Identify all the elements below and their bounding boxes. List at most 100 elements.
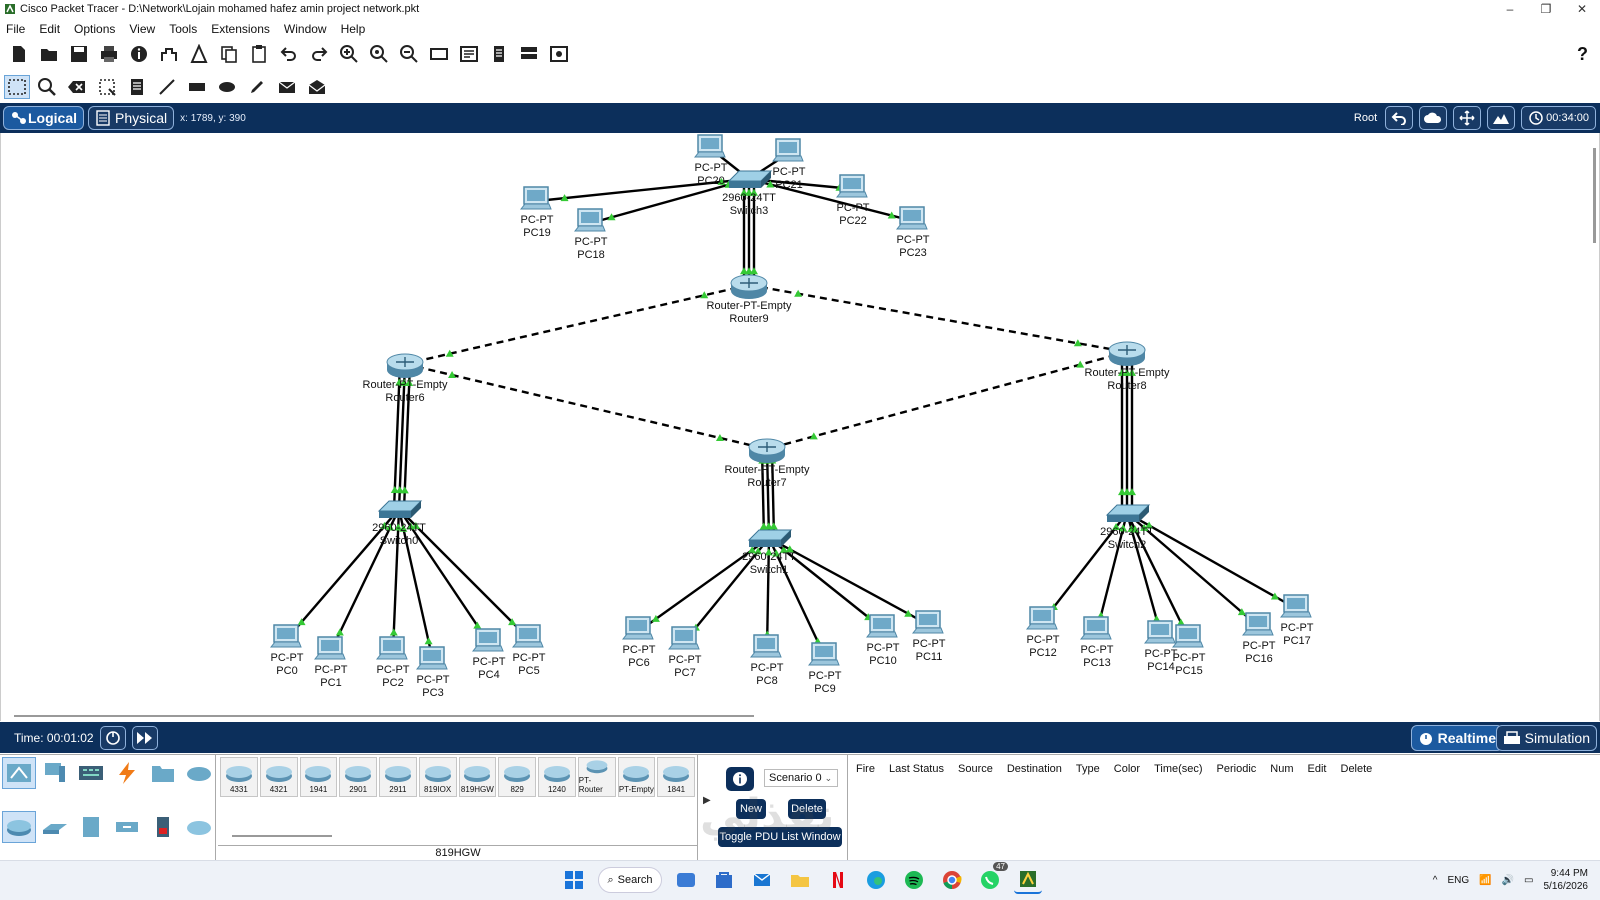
pc-pc15[interactable] [1171, 624, 1204, 648]
pdu-column-header[interactable]: Delete [1341, 763, 1373, 775]
device-model-0[interactable]: 4331 [220, 757, 258, 797]
subcategory-wan-emulation[interactable] [182, 811, 216, 843]
start-button[interactable] [560, 866, 588, 894]
new-button[interactable] [6, 42, 32, 66]
pdu-column-header[interactable]: Num [1270, 763, 1293, 775]
simulation-mode-button[interactable]: Simulation [1495, 725, 1597, 751]
fast-forward-button[interactable] [131, 725, 158, 750]
menu-help[interactable]: Help [341, 22, 366, 36]
subcategory-switches[interactable] [38, 811, 72, 843]
pdu-column-header[interactable]: Edit [1308, 763, 1327, 775]
add-simple-pdu-tool[interactable] [274, 75, 300, 99]
pdu-column-header[interactable]: Periodic [1217, 763, 1257, 775]
device-model-8[interactable]: 1240 [538, 757, 576, 797]
network-info-button[interactable] [156, 42, 182, 66]
language-indicator[interactable]: ENG [1447, 875, 1469, 886]
help-button[interactable]: ? [1577, 44, 1588, 65]
switch-switch3[interactable] [727, 170, 773, 188]
pc-pc22[interactable] [835, 174, 868, 198]
category-network-devices[interactable] [2, 757, 36, 789]
taskbar-chrome[interactable] [938, 866, 966, 894]
horizontal-scrollbar[interactable] [14, 715, 754, 717]
resize-tool[interactable] [94, 75, 120, 99]
network-link[interactable] [404, 283, 750, 366]
battery-icon[interactable]: ▭ [1524, 875, 1533, 886]
taskbar-spotify[interactable] [900, 866, 928, 894]
menu-extensions[interactable]: Extensions [211, 22, 270, 36]
menu-view[interactable]: View [129, 22, 155, 36]
undo-button[interactable] [276, 42, 302, 66]
taskbar-edge[interactable] [862, 866, 890, 894]
taskbar-netflix[interactable] [824, 866, 852, 894]
pc-pc17[interactable] [1279, 594, 1312, 618]
device-list-scrollbar[interactable] [232, 835, 332, 837]
notes-button[interactable] [486, 42, 512, 66]
taskbar-explorer[interactable] [786, 866, 814, 894]
vertical-scrollbar[interactable] [1593, 148, 1596, 243]
pc-pc4[interactable] [471, 628, 504, 652]
subcategory-wireless[interactable] [110, 811, 144, 843]
subcategory-hubs[interactable] [74, 811, 108, 843]
pdu-column-header[interactable]: Destination [1007, 763, 1062, 775]
pc-pc9[interactable] [807, 642, 840, 666]
pc-pc8[interactable] [749, 634, 782, 658]
taskbar-mail[interactable] [748, 866, 776, 894]
menu-options[interactable]: Options [74, 22, 115, 36]
pdu-column-header[interactable]: Time(sec) [1154, 763, 1202, 775]
menu-edit[interactable]: Edit [39, 22, 60, 36]
menu-window[interactable]: Window [284, 22, 327, 36]
pdu-column-header[interactable]: Color [1114, 763, 1140, 775]
pc-pc3[interactable] [415, 646, 448, 670]
pc-pc23[interactable] [895, 206, 928, 230]
taskbar-search[interactable]: ⌕ Search [598, 867, 662, 893]
pdu-column-header[interactable]: Type [1076, 763, 1100, 775]
screenshot-button[interactable] [546, 42, 572, 66]
device-model-11[interactable]: 1841 [657, 757, 695, 797]
redo-button[interactable] [306, 42, 332, 66]
subcategory-routers[interactable] [2, 811, 36, 843]
tab-logical[interactable]: Logical [3, 106, 85, 130]
pc-pc11[interactable] [911, 610, 944, 634]
pc-pc1[interactable] [313, 636, 346, 660]
pc-pc14[interactable] [1143, 620, 1176, 644]
device-model-2[interactable]: 1941 [299, 757, 338, 797]
pc-pc7[interactable] [667, 626, 700, 650]
device-model-6[interactable]: 819HGW [458, 757, 497, 797]
pdu-column-header[interactable]: Last Status [889, 763, 944, 775]
menu-tools[interactable]: Tools [169, 22, 197, 36]
menu-file[interactable]: File [6, 22, 25, 36]
pc-pc16[interactable] [1241, 612, 1274, 636]
pdu-column-header[interactable]: Fire [856, 763, 875, 775]
network-topology[interactable]: Router-PT-Empty Router9 Router-PT-Empty Rou… [1, 133, 1599, 721]
power-cycle-button[interactable] [99, 725, 126, 750]
network-link[interactable] [748, 283, 1128, 354]
pc-pc21[interactable] [771, 138, 804, 162]
category-multiuser[interactable] [182, 757, 216, 789]
wifi-icon[interactable]: 📶 [1479, 875, 1491, 886]
inspect-tool[interactable] [34, 75, 60, 99]
save-button[interactable] [66, 42, 92, 66]
open-button[interactable] [36, 42, 62, 66]
draw-rectangle-tool[interactable] [184, 75, 210, 99]
move-object-button[interactable] [1453, 106, 1482, 130]
tray-overflow-icon[interactable]: ^ [1433, 875, 1438, 886]
new-cluster-button[interactable] [1419, 106, 1448, 130]
close-button[interactable]: ✕ [1564, 0, 1600, 18]
category-end-devices[interactable] [38, 757, 72, 789]
paste-button[interactable] [246, 42, 272, 66]
info-button[interactable] [126, 42, 152, 66]
custom-device-button[interactable] [456, 42, 482, 66]
pdu-column-header[interactable]: Source [958, 763, 993, 775]
device-model-4[interactable]: 2911 [379, 757, 417, 797]
viewport-clock[interactable]: 00:34:00 [1521, 106, 1596, 130]
zoom-out-button[interactable] [396, 42, 422, 66]
category-components[interactable] [74, 757, 108, 789]
back-button[interactable] [1385, 106, 1414, 130]
pc-pc20[interactable] [693, 134, 726, 158]
router-router6[interactable] [386, 353, 424, 378]
select-tool[interactable] [4, 75, 30, 99]
tab-physical[interactable]: Physical [88, 106, 175, 130]
taskbar-whatsapp[interactable]: 47 [976, 862, 1008, 894]
pc-pc12[interactable] [1025, 606, 1058, 630]
pc-pc2[interactable] [375, 636, 408, 660]
